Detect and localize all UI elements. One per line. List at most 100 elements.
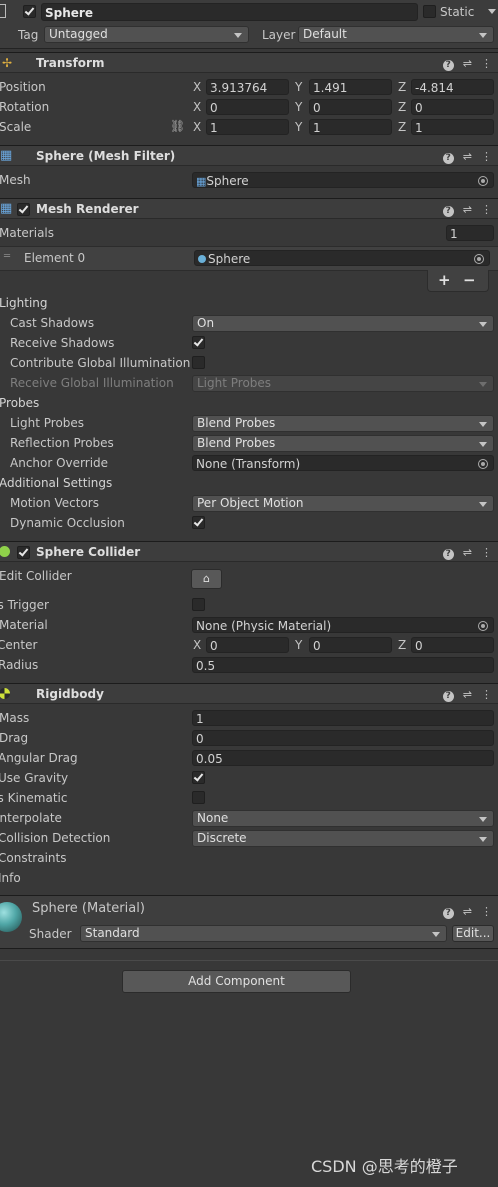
- gameobject-name-field[interactable]: Sphere: [41, 3, 418, 21]
- scale-z-field[interactable]: 1: [411, 119, 494, 135]
- settings-sliders-icon[interactable]: ⇌: [463, 57, 472, 71]
- is-kinematic-checkbox[interactable]: [192, 791, 205, 804]
- position-row: Position X 3.913764 Y 1.491 Z -4.814: [0, 77, 498, 97]
- lighting-section-label[interactable]: Lighting: [0, 293, 48, 313]
- anchor-override-field[interactable]: None (Transform): [192, 455, 494, 471]
- shader-label: Shader: [29, 927, 72, 941]
- mass-row: Mass 1: [0, 708, 498, 728]
- settings-sliders-icon[interactable]: ⇌: [463, 150, 472, 164]
- constraints-foldout[interactable]: Constraints: [0, 848, 66, 868]
- mesh-object-field[interactable]: ▦Sphere: [192, 172, 494, 188]
- info-foldout[interactable]: Info: [0, 868, 21, 888]
- mesh-filter-icon: ▦: [0, 148, 13, 163]
- shader-dropdown[interactable]: Standard: [80, 925, 447, 942]
- chevron-down-icon: [479, 422, 487, 427]
- rigidbody-header[interactable]: Rigidbody ? ⇌ ⋮: [0, 683, 498, 704]
- collision-detection-dropdown[interactable]: Discrete: [192, 830, 494, 847]
- tag-dropdown[interactable]: Untagged: [44, 26, 249, 43]
- help-icon[interactable]: ?: [442, 549, 454, 560]
- more-menu-icon[interactable]: ⋮: [481, 150, 492, 164]
- object-picker-icon[interactable]: [474, 254, 484, 264]
- position-x-field[interactable]: 3.913764: [206, 79, 289, 95]
- more-menu-icon[interactable]: ⋮: [481, 905, 492, 919]
- layer-dropdown[interactable]: Default: [298, 26, 494, 43]
- chevron-down-icon: [479, 322, 487, 327]
- use-gravity-checkbox[interactable]: [192, 771, 205, 784]
- mass-field[interactable]: 1: [192, 710, 494, 726]
- angular-drag-row: Angular Drag 0.05: [0, 748, 498, 768]
- scale-y-field[interactable]: 1: [309, 119, 392, 135]
- object-picker-icon[interactable]: [478, 621, 488, 631]
- more-menu-icon[interactable]: ⋮: [481, 688, 492, 702]
- axis-z: Z: [398, 100, 407, 114]
- help-icon[interactable]: ?: [442, 691, 454, 702]
- more-menu-icon[interactable]: ⋮: [481, 546, 492, 560]
- settings-sliders-icon[interactable]: ⇌: [463, 688, 472, 702]
- position-y-field[interactable]: 1.491: [309, 79, 392, 95]
- remove-element-button[interactable]: −: [463, 270, 476, 290]
- constrain-proportions-icon[interactable]: ⛓: [170, 119, 185, 133]
- help-icon[interactable]: ?: [442, 206, 454, 217]
- static-dropdown-arrow[interactable]: [488, 9, 496, 14]
- help-icon[interactable]: ?: [442, 153, 454, 164]
- more-menu-icon[interactable]: ⋮: [481, 57, 492, 71]
- mesh-renderer-enabled-checkbox[interactable]: [17, 203, 30, 216]
- static-checkbox[interactable]: [423, 5, 436, 18]
- sphere-collider-enabled-checkbox[interactable]: [17, 546, 30, 559]
- center-x-field[interactable]: 0: [206, 637, 289, 653]
- element0-material-field[interactable]: Sphere: [194, 250, 490, 266]
- light-probes-dropdown[interactable]: Blend Probes: [192, 415, 494, 432]
- additional-settings-label[interactable]: Additional Settings: [0, 473, 112, 493]
- is-trigger-checkbox[interactable]: [192, 598, 205, 611]
- component-header-icons: ? ⇌ ⋮: [434, 56, 492, 71]
- materials-count-field[interactable]: 1: [446, 225, 494, 241]
- settings-sliders-icon[interactable]: ⇌: [463, 546, 472, 560]
- collider-material-value: None (Physic Material): [196, 619, 332, 633]
- receive-shadows-checkbox[interactable]: [192, 336, 205, 349]
- collider-material-field[interactable]: None (Physic Material): [192, 617, 494, 633]
- angular-drag-label: Angular Drag: [0, 751, 78, 765]
- position-z-field[interactable]: -4.814: [411, 79, 494, 95]
- drag-handle-icon[interactable]: ═: [4, 251, 10, 262]
- receive-gi-dropdown: Light Probes: [192, 375, 494, 392]
- is-trigger-row: Is Trigger: [0, 595, 498, 615]
- sphere-collider-header[interactable]: Sphere Collider ? ⇌ ⋮: [0, 541, 498, 562]
- materials-row[interactable]: Materials 1: [0, 223, 498, 243]
- reflection-probes-dropdown[interactable]: Blend Probes: [192, 435, 494, 452]
- angular-drag-field[interactable]: 0.05: [192, 750, 494, 766]
- dynamic-occlusion-checkbox[interactable]: [192, 516, 205, 529]
- settings-sliders-icon[interactable]: ⇌: [463, 203, 472, 217]
- rotation-y-field[interactable]: 0: [309, 99, 392, 115]
- help-icon[interactable]: ?: [442, 60, 454, 71]
- receive-shadows-label: Receive Shadows: [10, 336, 115, 350]
- edit-collider-button[interactable]: ⌂: [191, 569, 222, 589]
- probes-section-label[interactable]: Probes: [0, 393, 39, 413]
- object-picker-icon[interactable]: [478, 176, 488, 186]
- mesh-renderer-header[interactable]: ▦ Mesh Renderer ? ⇌ ⋮: [0, 198, 498, 219]
- settings-sliders-icon[interactable]: ⇌: [463, 905, 472, 919]
- reflection-probes-label: Reflection Probes: [10, 436, 114, 450]
- interpolate-dropdown[interactable]: None: [192, 810, 494, 827]
- contribute-gi-checkbox[interactable]: [192, 356, 205, 369]
- gameobject-active-checkbox[interactable]: [23, 5, 36, 18]
- material-header-icons: ? ⇌ ⋮: [434, 904, 492, 919]
- radius-field[interactable]: 0.5: [192, 657, 494, 673]
- add-component-button[interactable]: Add Component: [122, 970, 351, 993]
- cast-shadows-dropdown[interactable]: On: [192, 315, 494, 332]
- rotation-z-field[interactable]: 0: [411, 99, 494, 115]
- motion-vectors-dropdown[interactable]: Per Object Motion: [192, 495, 494, 512]
- transform-header[interactable]: ✢ Transform ? ⇌ ⋮: [0, 52, 498, 73]
- center-y-field[interactable]: 0: [309, 637, 392, 653]
- object-picker-icon[interactable]: [478, 459, 488, 469]
- position-label: Position: [0, 80, 46, 94]
- drag-field[interactable]: 0: [192, 730, 494, 746]
- add-element-button[interactable]: +: [438, 270, 451, 290]
- center-z-field[interactable]: 0: [411, 637, 494, 653]
- scale-x-field[interactable]: 1: [206, 119, 289, 135]
- radius-row: Radius 0.5: [0, 655, 498, 675]
- rotation-x-field[interactable]: 0: [206, 99, 289, 115]
- shader-edit-button[interactable]: Edit...: [452, 925, 494, 942]
- mesh-filter-header[interactable]: ▦ Sphere (Mesh Filter) ? ⇌ ⋮: [0, 145, 498, 166]
- more-menu-icon[interactable]: ⋮: [481, 203, 492, 217]
- help-icon[interactable]: ?: [442, 908, 454, 919]
